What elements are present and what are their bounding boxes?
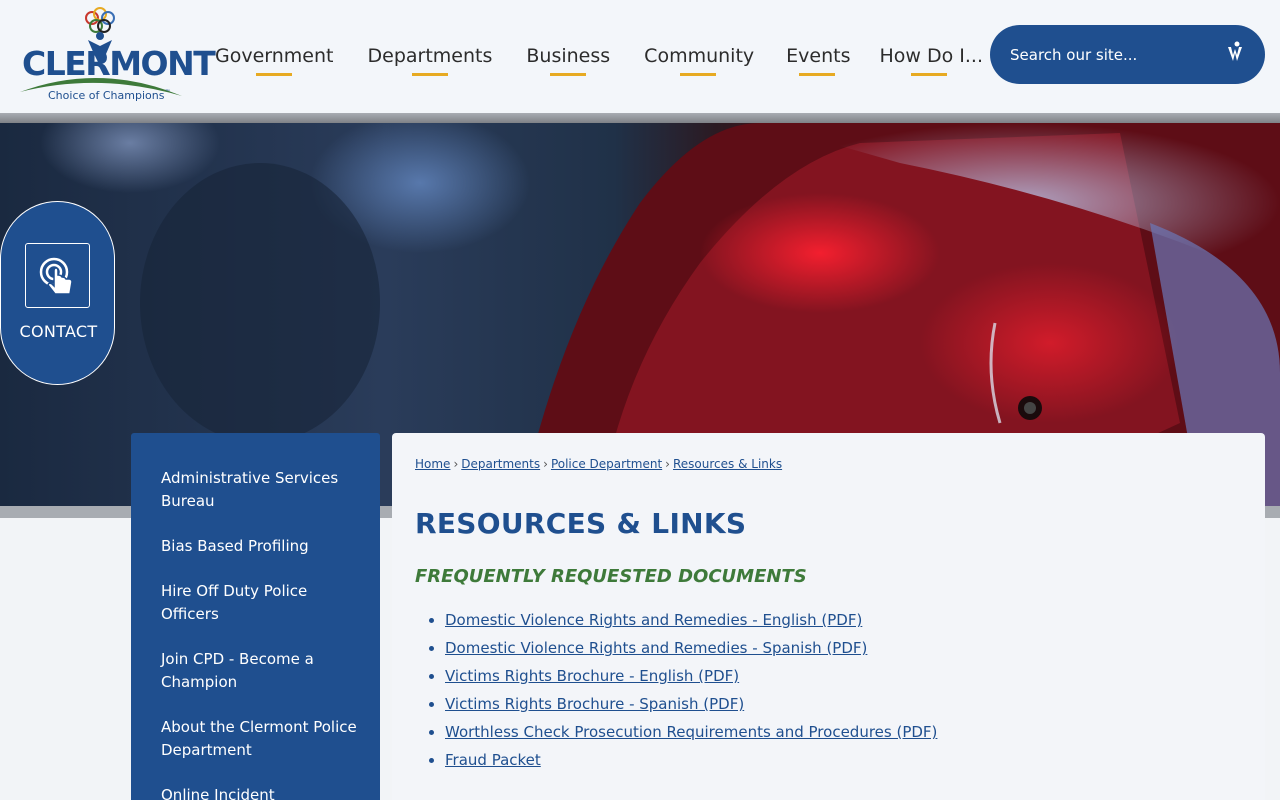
sidebar-nav: Administrative Services Bureau Bias Base…	[131, 433, 380, 800]
nav-government[interactable]: Government	[198, 0, 351, 113]
contact-label: CONTACT	[19, 322, 98, 341]
list-item: Worthless Check Prosecution Requirements…	[445, 718, 1242, 746]
breadcrumb-separator: ›	[543, 457, 548, 471]
nav-label: How Do I...	[879, 44, 983, 67]
touch-hand-icon	[39, 257, 73, 295]
list-item: Victims Rights Brochure - English (PDF)	[445, 662, 1242, 690]
nav-community[interactable]: Community	[627, 0, 769, 113]
page-title: RESOURCES & LINKS	[415, 507, 747, 540]
nav-label: Events	[786, 44, 851, 67]
list-item: Fraud Packet	[445, 746, 1242, 774]
nav-events[interactable]: Events	[769, 0, 864, 113]
logo-wordmark: CLERMONT	[22, 44, 216, 83]
nav-label: Business	[526, 44, 611, 67]
document-link[interactable]: Domestic Violence Rights and Remedies - …	[445, 611, 862, 629]
breadcrumb-home[interactable]: Home	[415, 457, 450, 471]
site-header: CLERMONT Choice of Champions™ Government…	[0, 0, 1280, 113]
list-item: Victims Rights Brochure - Spanish (PDF)	[445, 690, 1242, 718]
document-link[interactable]: Fraud Packet	[445, 751, 541, 769]
nav-label: Community	[644, 44, 755, 67]
breadcrumb-police-department[interactable]: Police Department	[551, 457, 662, 471]
search-input[interactable]	[1010, 45, 1220, 64]
nav-underline	[411, 73, 448, 76]
main-content: Home › Departments › Police Department › Resou…	[392, 433, 1265, 800]
nav-underline	[910, 73, 947, 76]
document-link[interactable]: Worthless Check Prosecution Requirements…	[445, 723, 937, 741]
breadcrumb-separator: ›	[665, 457, 670, 471]
header-divider	[0, 113, 1280, 123]
contact-button[interactable]: CONTACT	[0, 201, 115, 385]
nav-label: Government	[215, 44, 334, 67]
breadcrumb-resources-links[interactable]: Resources & Links	[673, 457, 782, 471]
sidebar-item-join-cpd[interactable]: Join CPD - Become a Champion	[131, 648, 380, 694]
nav-underline	[798, 73, 835, 76]
logo-tagline: Choice of Champions™	[48, 89, 171, 102]
section-title: FREQUENTLY REQUESTED DOCUMENTS	[415, 566, 807, 587]
search-logo-icon[interactable]	[1225, 41, 1245, 67]
document-list: Domestic Violence Rights and Remedies - …	[415, 606, 1242, 774]
nav-label: Departments	[367, 44, 493, 67]
breadcrumb-separator: ›	[453, 457, 459, 471]
nav-underline	[256, 73, 293, 76]
sidebar-item-administrative-services-bureau[interactable]: Administrative Services Bureau	[131, 467, 380, 513]
clermont-logo[interactable]: CLERMONT Choice of Champions™	[16, 6, 216, 106]
nav-how-do-i[interactable]: How Do I...	[864, 0, 993, 113]
document-link[interactable]: Victims Rights Brochure - Spanish (PDF)	[445, 695, 744, 713]
list-item: Domestic Violence Rights and Remedies - …	[445, 606, 1242, 634]
nav-departments[interactable]: Departments	[351, 0, 510, 113]
sidebar-item-bias-based-profiling[interactable]: Bias Based Profiling	[131, 535, 380, 558]
sidebar-item-online-incident[interactable]: Online Incident	[131, 784, 380, 800]
site-search	[990, 25, 1265, 84]
sidebar-item-about-police[interactable]: About the Clermont Police Department	[131, 716, 380, 762]
breadcrumb-departments[interactable]: Departments	[461, 457, 540, 471]
nav-business[interactable]: Business	[509, 0, 627, 113]
list-item: Domestic Violence Rights and Remedies - …	[445, 634, 1242, 662]
main-nav: Government Departments Business Communit…	[198, 0, 993, 113]
document-link[interactable]: Victims Rights Brochure - English (PDF)	[445, 667, 739, 685]
document-link[interactable]: Domestic Violence Rights and Remedies - …	[445, 639, 867, 657]
nav-underline	[550, 73, 587, 76]
sidebar-item-hire-off-duty-officers[interactable]: Hire Off Duty Police Officers	[131, 580, 380, 626]
breadcrumb: Home › Departments › Police Department › Resou…	[415, 457, 1242, 473]
nav-underline	[680, 73, 717, 76]
contact-icon-frame	[25, 243, 90, 308]
